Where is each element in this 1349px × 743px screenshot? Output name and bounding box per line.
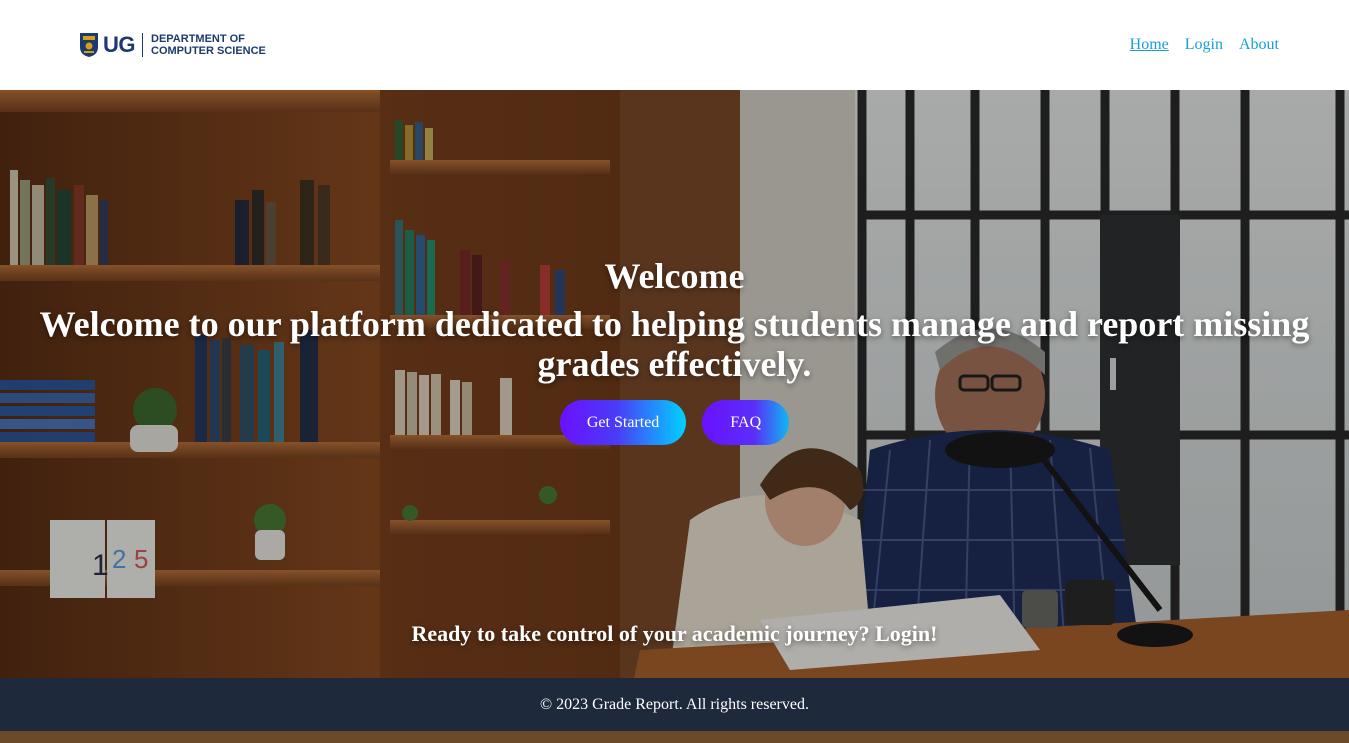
get-started-button[interactable]: Get Started [559,400,687,445]
logo-line-2: COMPUTER SCIENCE [151,45,266,57]
nav-home-link[interactable]: Home [1130,36,1169,54]
site-footer: © 2023 Grade Report. All rights reserved… [0,678,1349,731]
top-navbar: UG DEPARTMENT OF COMPUTER SCIENCE Home L… [0,0,1349,90]
nav-login-link[interactable]: Login [1185,36,1223,54]
nav-about-link[interactable]: About [1239,36,1279,54]
faq-button[interactable]: FAQ [702,400,790,445]
logo-divider [142,33,143,57]
hero-content: Welcome Welcome to our platform dedicate… [0,90,1349,678]
logo-line-1: DEPARTMENT OF [151,33,245,45]
department-logo[interactable]: UG DEPARTMENT OF COMPUTER SCIENCE [79,30,266,60]
logo-mark: UG [103,32,136,57]
login-call-to-action[interactable]: Ready to take control of your academic j… [0,621,1349,647]
main-nav: Home Login About [1130,36,1279,54]
hero-subtitle: Welcome to our platform dedicated to hel… [39,304,1310,384]
copyright-text: © 2023 Grade Report. All rights reserved… [540,696,809,713]
logo-department-name: DEPARTMENT OF COMPUTER SCIENCE [151,33,266,57]
hero-button-row: Get Started FAQ [0,400,1349,445]
hero-section: 1 2 5 Welcome Welcome to our platform de… [0,90,1349,743]
hero-title: Welcome [604,256,745,296]
university-crest-icon [80,33,98,57]
